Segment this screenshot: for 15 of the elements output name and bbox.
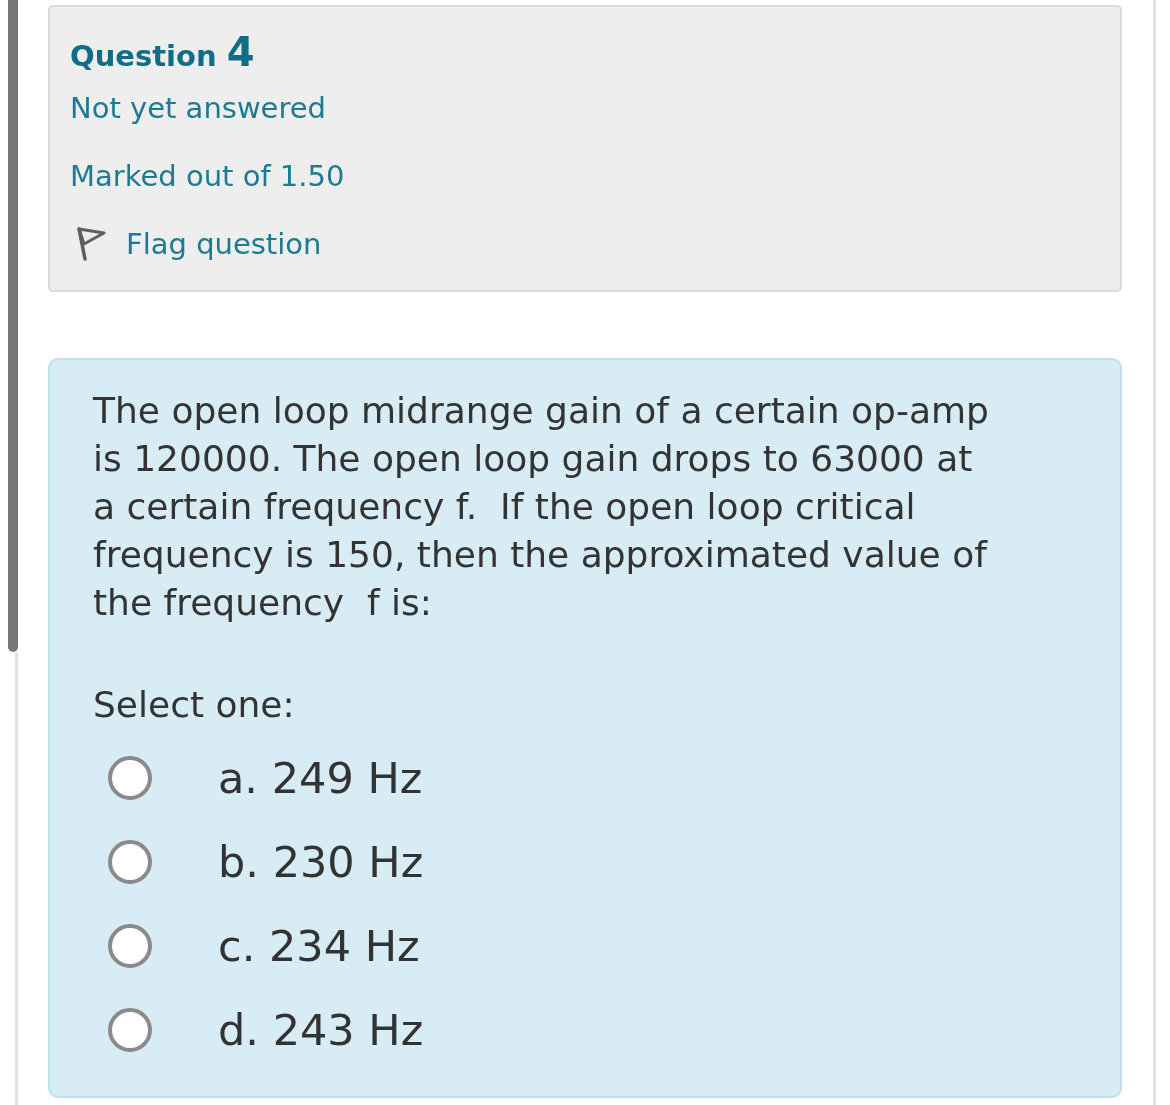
radio-button[interactable] xyxy=(108,756,152,800)
question-title: Question 4 xyxy=(70,30,255,74)
radio-button[interactable] xyxy=(108,840,152,884)
option-label[interactable]: c. 234 Hz xyxy=(218,921,420,971)
option-label[interactable]: b. 230 Hz xyxy=(218,837,424,887)
scrollbar-thumb[interactable] xyxy=(8,0,18,652)
radio-button[interactable] xyxy=(108,1008,152,1052)
select-prompt: Select one: xyxy=(93,683,295,727)
flag-question-link[interactable]: Flag question xyxy=(70,227,322,261)
marks-text: Marked out of 1.50 xyxy=(70,159,345,193)
radio-button[interactable] xyxy=(108,924,152,968)
question-text: The open loop midrange gain of a certain op-amp is 120000. The open loop gain drops to 63000 at a certain frequency f. If the open loop critical frequency is 150, then the approximated value of the frequency f is: xyxy=(93,389,990,625)
option-label[interactable]: d. 243 Hz xyxy=(218,1005,424,1055)
option-label[interactable]: a. 249 Hz xyxy=(218,753,423,803)
answer-status-text: Not yet answered xyxy=(70,91,326,125)
